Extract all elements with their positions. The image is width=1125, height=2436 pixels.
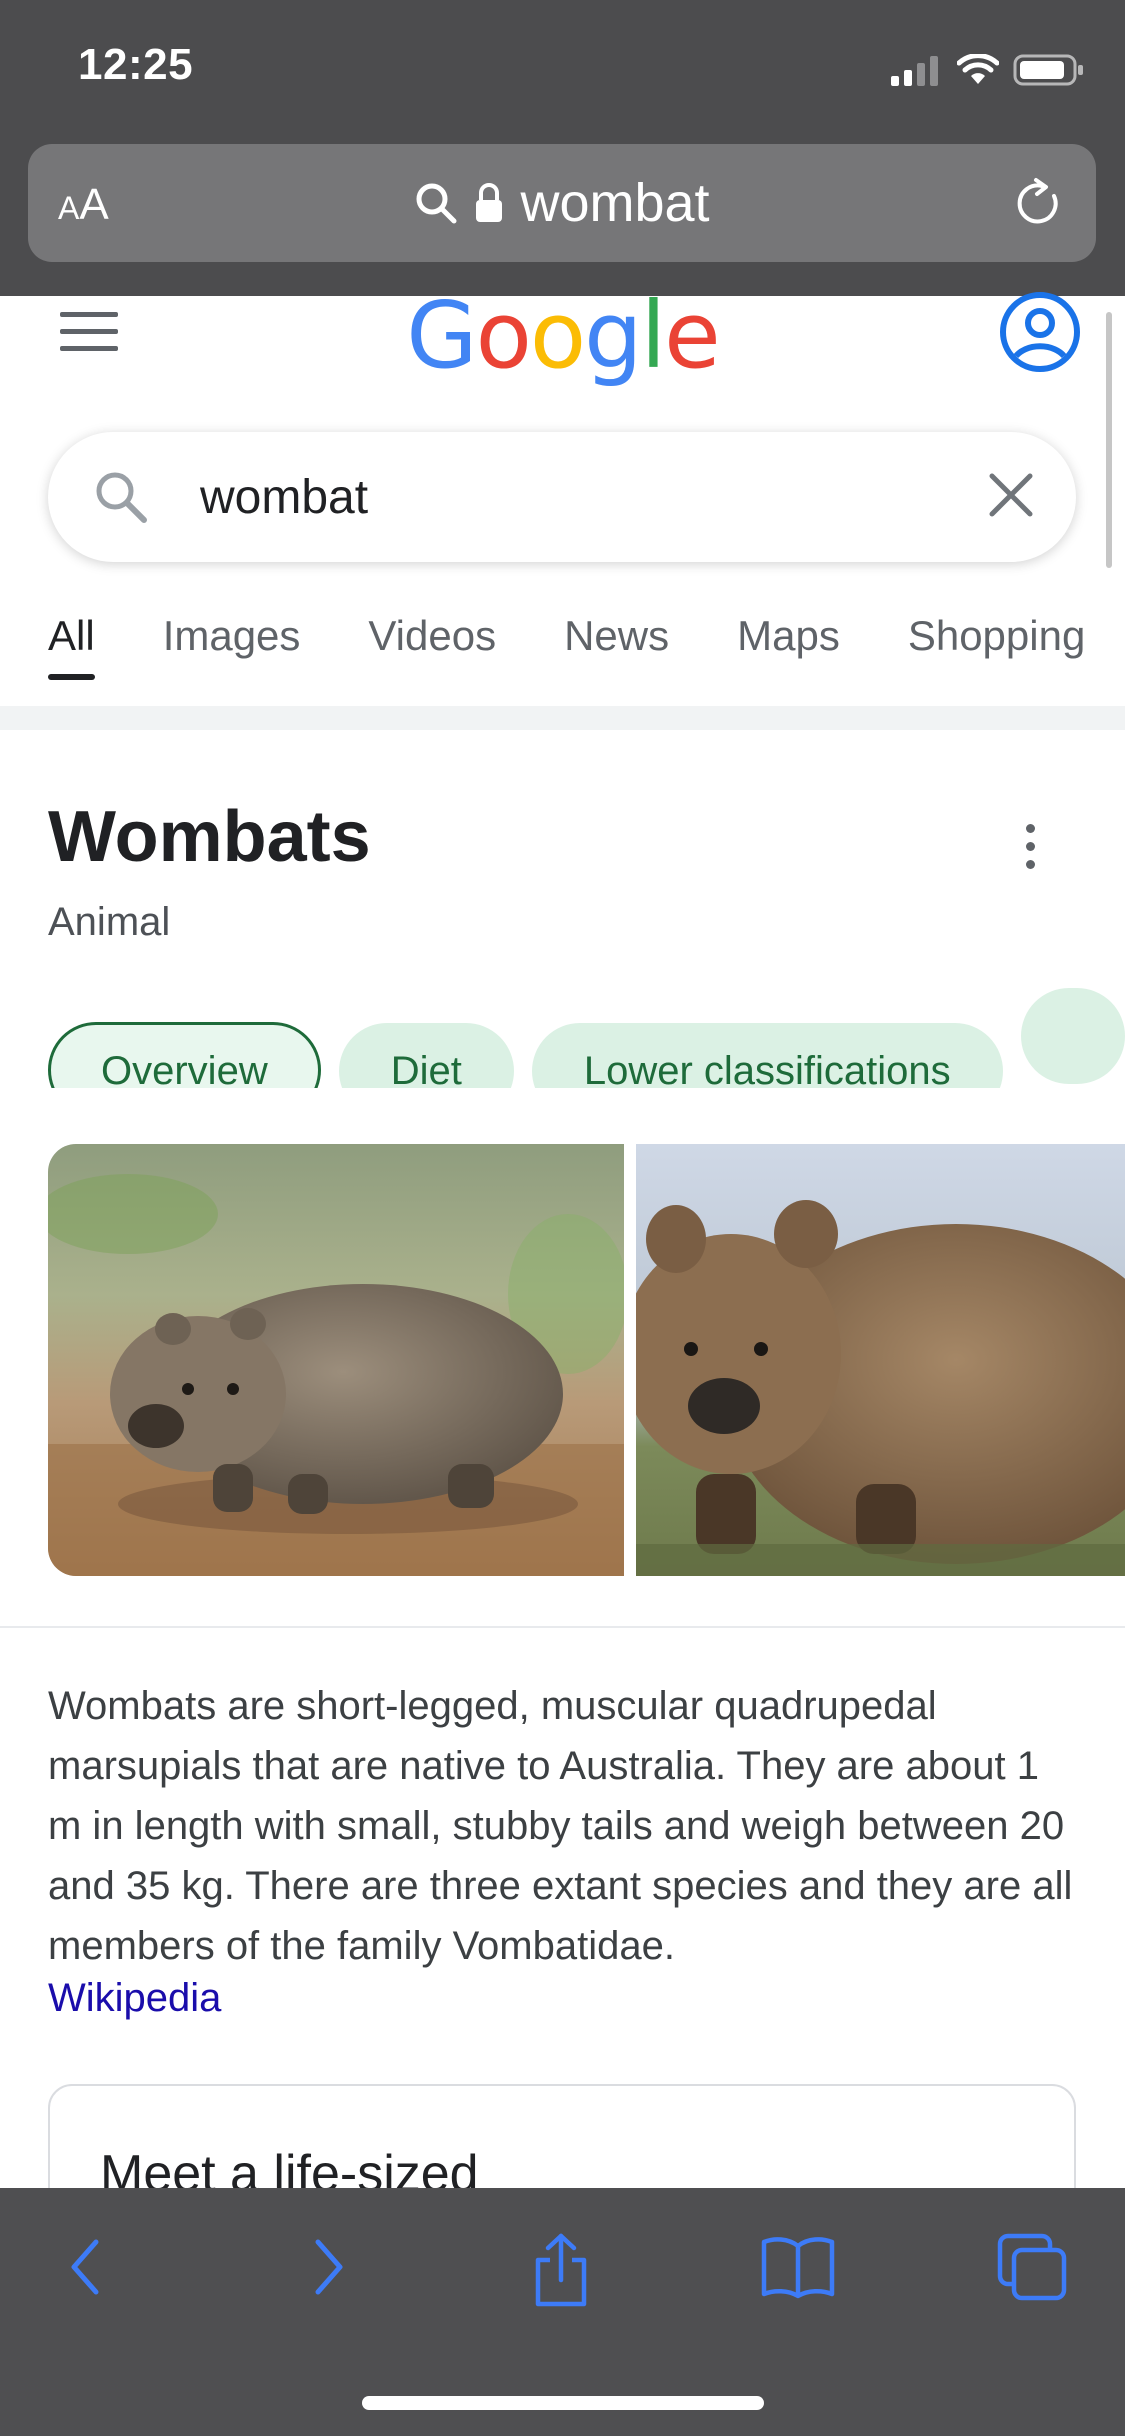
- section-separator: [0, 706, 1125, 730]
- search-icon: [416, 183, 457, 224]
- logo-letter: l: [640, 282, 667, 389]
- chip-next[interactable]: [1020, 988, 1125, 1084]
- address-field[interactable]: wombat: [28, 168, 1096, 238]
- logo-letter: G: [406, 282, 477, 389]
- tab-videos[interactable]: Videos: [368, 612, 496, 660]
- logo-text: Google: [406, 282, 721, 389]
- wombat-photo-1[interactable]: [48, 1144, 624, 1576]
- account-avatar-icon[interactable]: [998, 290, 1082, 374]
- chip-lower-classifications[interactable]: Lower classifications: [531, 1023, 1003, 1088]
- home-indicator[interactable]: [362, 2396, 764, 2410]
- status-icons: [891, 50, 1085, 90]
- logo-letter: o: [529, 282, 586, 389]
- topic-chips: Overview Diet Lower classifications: [48, 988, 1125, 1088]
- search-tabs: All Images Videos News Maps Shopping: [48, 612, 1125, 684]
- chip-overview[interactable]: Overview: [48, 1022, 321, 1088]
- chip-diet[interactable]: Diet: [338, 1023, 514, 1088]
- tab-all[interactable]: All: [48, 612, 95, 680]
- tab-maps[interactable]: Maps: [737, 612, 840, 660]
- battery-icon: [1013, 54, 1083, 86]
- address-bar[interactable]: AA wombat: [28, 144, 1096, 262]
- tab-news[interactable]: News: [564, 612, 669, 660]
- logo-letter: o: [475, 282, 532, 389]
- panel-subtitle: Animal: [48, 900, 171, 944]
- bookmarks-icon[interactable]: [760, 2232, 836, 2302]
- forward-icon[interactable]: [302, 2232, 352, 2302]
- browser-top-chrome: 12:25 AA wombat: [0, 0, 1125, 296]
- reload-icon[interactable]: [1014, 176, 1066, 232]
- status-time: 12:25: [78, 40, 194, 89]
- google-logo[interactable]: Google: [0, 282, 1125, 389]
- tab-shopping[interactable]: Shopping: [908, 612, 1086, 660]
- image-carousel: [48, 1144, 1125, 1576]
- more-options-icon[interactable]: [1026, 824, 1038, 878]
- wombat-photo-2[interactable]: [636, 1144, 1125, 1576]
- logo-letter: e: [664, 282, 721, 389]
- panel-title: Wombats: [48, 797, 371, 877]
- wikipedia-link[interactable]: Wikipedia: [48, 1976, 221, 2021]
- address-text: wombat: [520, 173, 710, 233]
- tabs-icon[interactable]: [996, 2232, 1070, 2304]
- logo-letter: g: [584, 282, 642, 389]
- wifi-icon: [957, 54, 999, 84]
- cellular-signal-icon: [891, 56, 938, 86]
- lock-icon: [476, 183, 503, 222]
- panel-description: Wombats are short-legged, muscular quadr…: [48, 1684, 1073, 1968]
- share-icon[interactable]: [528, 2232, 594, 2308]
- tab-images[interactable]: Images: [163, 612, 301, 660]
- scrollbar[interactable]: [1106, 312, 1112, 568]
- clear-icon[interactable]: [986, 470, 1036, 520]
- search-box[interactable]: wombat: [48, 432, 1076, 562]
- search-input[interactable]: wombat: [200, 470, 368, 525]
- divider: [0, 1626, 1125, 1628]
- search-icon[interactable]: [92, 468, 150, 526]
- back-icon[interactable]: [62, 2232, 112, 2302]
